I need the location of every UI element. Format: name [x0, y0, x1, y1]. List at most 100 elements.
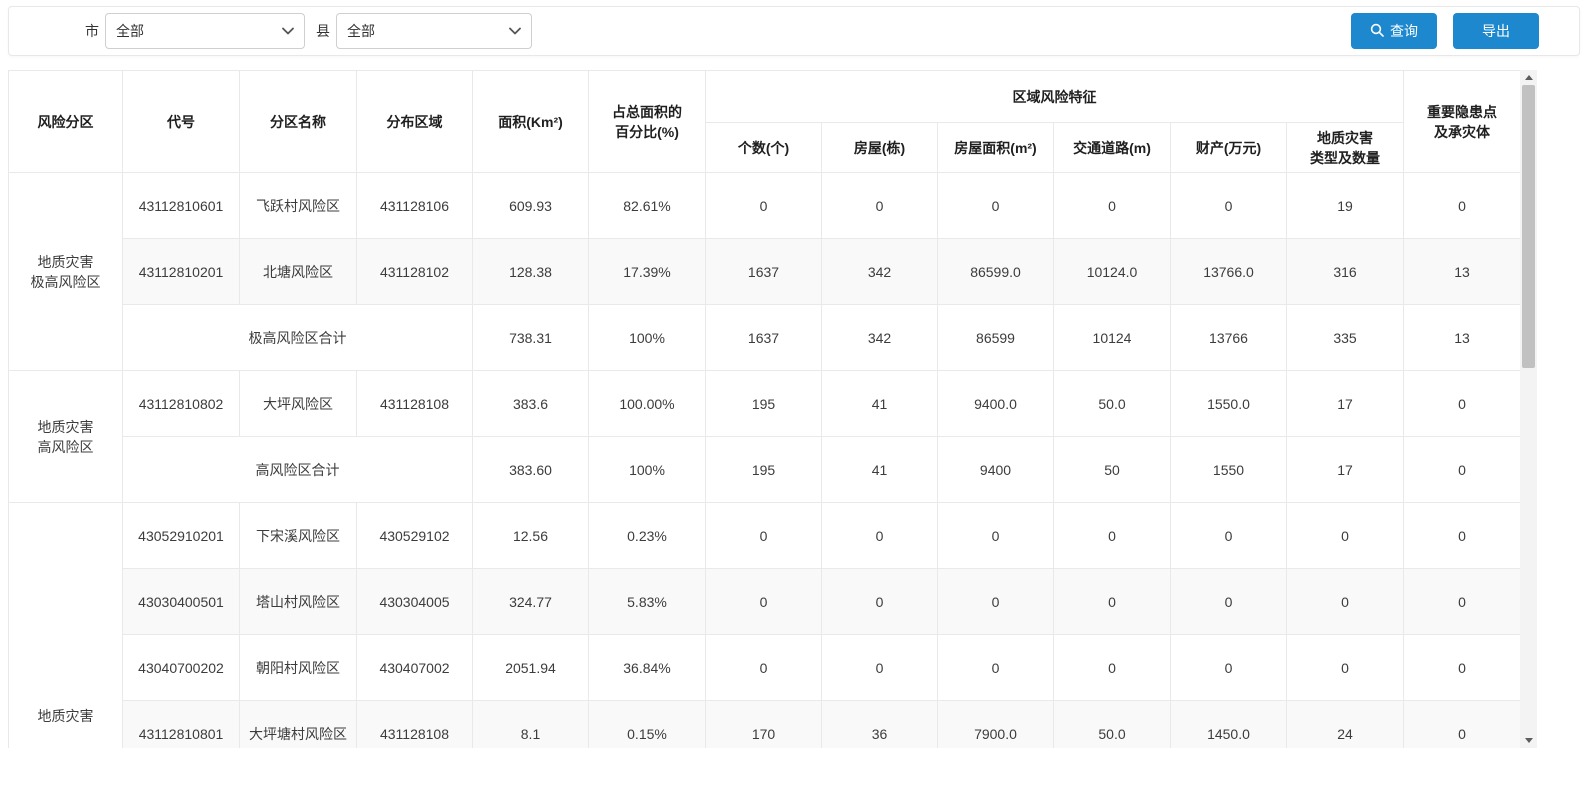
table-cell: 335	[1287, 305, 1404, 371]
subtotal-label: 极高风险区合计	[123, 305, 473, 371]
table-cell: 100%	[589, 305, 706, 371]
query-button-label: 查询	[1390, 21, 1418, 41]
table-cell: 738.31	[473, 305, 589, 371]
table-cell: 0	[1404, 569, 1521, 635]
table-cell: 0	[706, 635, 822, 701]
filter-bar: 市 全部 县 全部 查询 导出	[8, 6, 1580, 56]
table-cell: 100%	[589, 437, 706, 503]
scroll-up-button[interactable]	[1520, 70, 1537, 85]
chevron-down-icon	[509, 27, 521, 35]
table-cell: 塔山村风险区	[240, 569, 357, 635]
col-header-key-points: 重要隐患点 及承灾体	[1404, 71, 1521, 173]
chevron-down-icon	[282, 27, 294, 35]
export-button[interactable]: 导出	[1453, 13, 1539, 49]
table-cell: 北塘风险区	[240, 239, 357, 305]
table-cell: 43112810201	[123, 239, 240, 305]
table-cell: 86599	[938, 305, 1054, 371]
risk-group-label: 地质灾害 极高风险区	[9, 173, 123, 371]
table-cell: 0	[1054, 569, 1171, 635]
vertical-scrollbar[interactable]	[1520, 70, 1537, 748]
table-row: 43040700202朝阳村风险区4304070022051.9436.84%0…	[9, 635, 1521, 701]
table-row: 地质灾害43052910201下宋溪风险区43052910212.560.23%…	[9, 503, 1521, 569]
table-cell: 50.0	[1054, 371, 1171, 437]
col-header-disaster-types: 地质灾害 类型及数量	[1287, 123, 1404, 173]
col-header-house-area: 房屋面积(m²)	[938, 123, 1054, 173]
table-cell: 324.77	[473, 569, 589, 635]
col-header-roads: 交通道路(m)	[1054, 123, 1171, 173]
table-cell: 17	[1287, 371, 1404, 437]
county-select[interactable]: 全部	[336, 13, 532, 49]
table-cell: 0	[1171, 569, 1287, 635]
table-cell: 100.00%	[589, 371, 706, 437]
table-cell: 0	[938, 569, 1054, 635]
table-cell: 12.56	[473, 503, 589, 569]
table-cell: 朝阳村风险区	[240, 635, 357, 701]
scroll-down-icon	[1525, 738, 1533, 743]
county-field: 县 全部	[316, 13, 532, 49]
table-cell: 41	[822, 371, 938, 437]
scroll-up-icon	[1525, 75, 1533, 80]
table-row: 极高风险区合计738.31100%16373428659910124137663…	[9, 305, 1521, 371]
table-cell: 1450.0	[1171, 701, 1287, 749]
table-cell: 1637	[706, 239, 822, 305]
table-cell: 24	[1287, 701, 1404, 749]
table-cell: 0	[938, 503, 1054, 569]
table-cell: 430407002	[357, 635, 473, 701]
table-cell: 下宋溪风险区	[240, 503, 357, 569]
table-header: 风险分区 代号 分区名称 分布区域 面积(Km²) 占总面积的 百分比(%) 区…	[9, 71, 1521, 173]
table-cell: 大坪风险区	[240, 371, 357, 437]
table-cell: 82.61%	[589, 173, 706, 239]
table-cell: 1550.0	[1171, 371, 1287, 437]
table-cell: 0	[1404, 371, 1521, 437]
city-select[interactable]: 全部	[105, 13, 305, 49]
table-cell: 0	[1404, 173, 1521, 239]
table-cell: 0	[1287, 569, 1404, 635]
table-cell: 431128108	[357, 371, 473, 437]
table-row: 高风险区合计383.60100%195419400501550170	[9, 437, 1521, 503]
export-button-label: 导出	[1482, 21, 1510, 41]
table-cell: 430529102	[357, 503, 473, 569]
col-header-houses: 房屋(栋)	[822, 123, 938, 173]
table-cell: 0	[1171, 503, 1287, 569]
scroll-down-button[interactable]	[1520, 733, 1537, 748]
table-cell: 0	[1171, 173, 1287, 239]
table-cell: 0	[938, 173, 1054, 239]
table-cell: 50	[1054, 437, 1171, 503]
table-cell: 9400.0	[938, 371, 1054, 437]
col-header-risk-zone: 风险分区	[9, 71, 123, 173]
table-cell: 13766.0	[1171, 239, 1287, 305]
table-cell: 43030400501	[123, 569, 240, 635]
table-cell: 36.84%	[589, 635, 706, 701]
table-cell: 0	[822, 173, 938, 239]
scrollbar-thumb[interactable]	[1522, 85, 1535, 368]
risk-table-container: 风险分区 代号 分区名称 分布区域 面积(Km²) 占总面积的 百分比(%) 区…	[8, 70, 1537, 748]
col-header-count: 个数(个)	[706, 123, 822, 173]
table-cell: 50.0	[1054, 701, 1171, 749]
table-cell: 342	[822, 239, 938, 305]
table-cell: 0	[1404, 635, 1521, 701]
col-header-zone-name: 分区名称	[240, 71, 357, 173]
table-cell: 0	[1287, 635, 1404, 701]
table-cell: 0	[938, 635, 1054, 701]
table-cell: 43040700202	[123, 635, 240, 701]
table-row: 地质灾害 极高风险区43112810601飞跃村风险区431128106609.…	[9, 173, 1521, 239]
table-cell: 43112810601	[123, 173, 240, 239]
col-header-property: 财产(万元)	[1171, 123, 1287, 173]
table-cell: 13	[1404, 239, 1521, 305]
risk-table: 风险分区 代号 分区名称 分布区域 面积(Km²) 占总面积的 百分比(%) 区…	[8, 70, 1521, 748]
table-cell: 195	[706, 437, 822, 503]
col-header-area: 面积(Km²)	[473, 71, 589, 173]
table-cell: 430304005	[357, 569, 473, 635]
table-cell: 0	[822, 635, 938, 701]
table-cell: 431128102	[357, 239, 473, 305]
table-cell: 431128106	[357, 173, 473, 239]
table-cell: 431128108	[357, 701, 473, 749]
risk-group-label: 地质灾害	[9, 503, 123, 749]
county-select-value: 全部	[347, 21, 375, 41]
table-cell: 0	[706, 173, 822, 239]
query-button[interactable]: 查询	[1351, 13, 1437, 49]
table-cell: 609.93	[473, 173, 589, 239]
city-select-value: 全部	[116, 21, 144, 41]
table-cell: 0	[1287, 503, 1404, 569]
table-cell: 36	[822, 701, 938, 749]
